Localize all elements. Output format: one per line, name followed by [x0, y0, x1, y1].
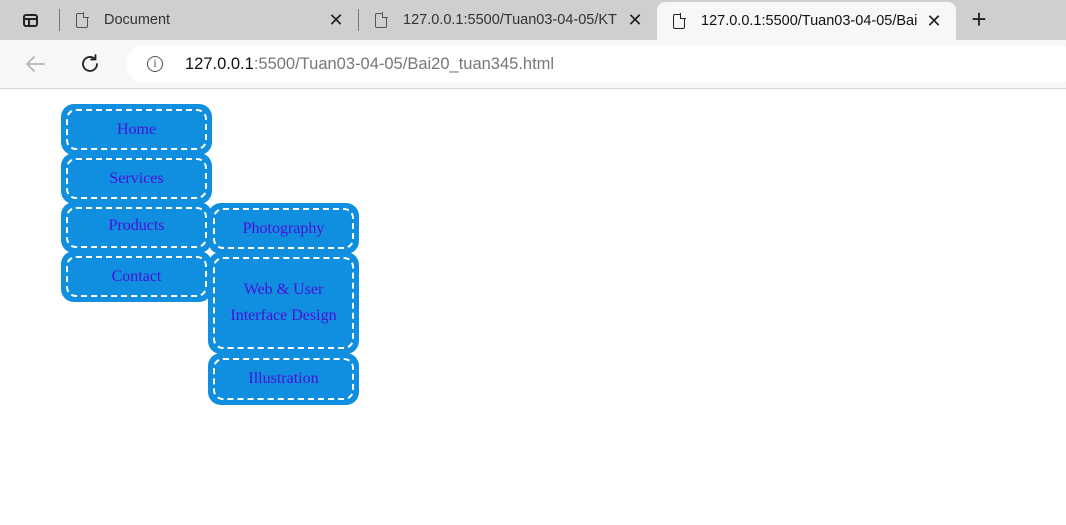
- submenu-item-label: Web & User Interface Design: [230, 281, 337, 324]
- browser-toolbar: i 127.0.0.1:5500/Tuan03-04-05/Bai20_tuan…: [0, 40, 1066, 89]
- new-tab-button[interactable]: +: [965, 6, 993, 34]
- close-icon[interactable]: ✕: [625, 11, 645, 29]
- menu-item-label: Contact: [111, 267, 162, 285]
- menu-item-label: Products: [108, 216, 165, 234]
- menu-item-products[interactable]: Products: [61, 202, 212, 253]
- tab-actions-button[interactable]: [14, 8, 46, 32]
- tab-kt[interactable]: 127.0.0.1:5500/Tuan03-04-05/KT ✕: [359, 0, 657, 40]
- document-icon: [673, 12, 686, 29]
- tab-actions-icon: [22, 13, 38, 27]
- close-icon[interactable]: ✕: [924, 12, 944, 30]
- tab-bai20-active[interactable]: 127.0.0.1:5500/Tuan03-04-05/Bai ✕: [657, 2, 956, 40]
- tab-title: 127.0.0.1:5500/Tuan03-04-05/KT: [403, 12, 617, 28]
- submenu-item-photography[interactable]: Photography: [208, 203, 359, 254]
- menu-item-services[interactable]: Services: [61, 153, 212, 204]
- back-button[interactable]: [20, 50, 50, 78]
- submenu-item-label: Illustration: [248, 370, 319, 387]
- tab-document[interactable]: Document ✕: [60, 0, 358, 40]
- tab-title: Document: [104, 12, 171, 28]
- submenu-item-web-ui-design[interactable]: Web & User Interface Design: [208, 252, 359, 354]
- site-info-icon[interactable]: i: [147, 56, 163, 72]
- close-icon[interactable]: ✕: [326, 11, 346, 29]
- address-bar[interactable]: i 127.0.0.1:5500/Tuan03-04-05/Bai20_tuan…: [126, 45, 1066, 83]
- back-arrow-icon: [26, 56, 45, 72]
- menu-item-contact[interactable]: Contact: [61, 251, 212, 302]
- menu-item-label: Home: [116, 120, 157, 138]
- tab-strip: Document ✕ 127.0.0.1:5500/Tuan03-04-05/K…: [0, 0, 1066, 40]
- document-icon: [76, 11, 89, 28]
- reload-button[interactable]: [75, 50, 105, 78]
- submenu-item-label: Photography: [242, 219, 325, 237]
- document-icon: [375, 11, 388, 28]
- menu-item-label: Services: [109, 169, 164, 187]
- tab-title: 127.0.0.1:5500/Tuan03-04-05/Bai: [701, 13, 918, 29]
- reload-icon: [82, 54, 98, 72]
- url-text[interactable]: 127.0.0.1:5500/Tuan03-04-05/Bai20_tuan34…: [185, 55, 554, 74]
- page-content: Home Services Products Contact Photograp…: [0, 89, 1066, 525]
- submenu-item-illustration[interactable]: Illustration: [208, 353, 359, 405]
- menu-item-home[interactable]: Home: [61, 104, 212, 155]
